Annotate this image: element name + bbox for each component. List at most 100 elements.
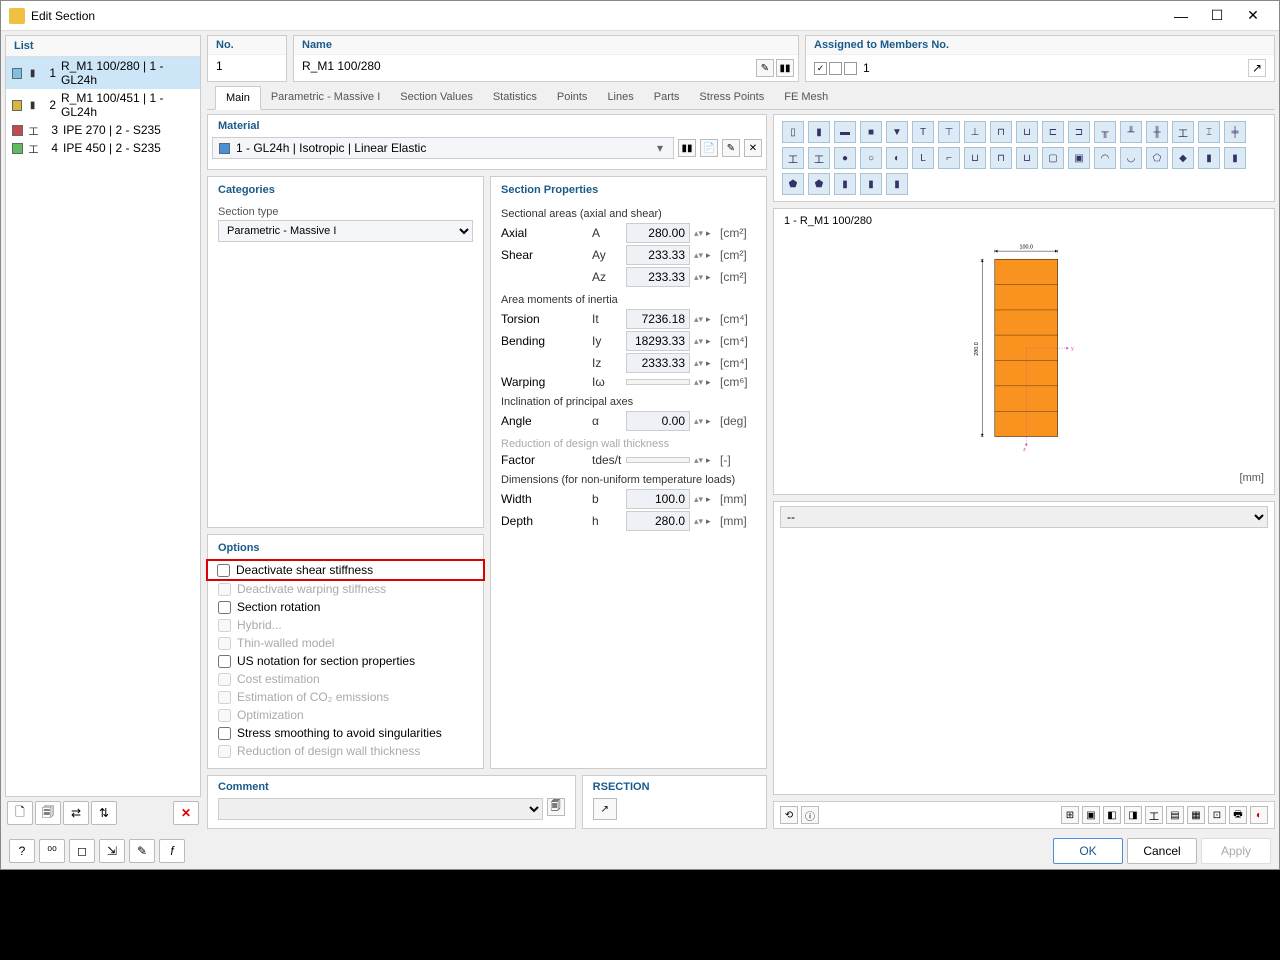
option-checkbox[interactable] bbox=[218, 601, 231, 614]
no-input[interactable] bbox=[216, 59, 278, 73]
prop-value[interactable]: 7236.18 bbox=[626, 309, 690, 329]
view-reset-icon[interactable]: ⟲ bbox=[780, 806, 798, 824]
prop-value[interactable]: 100.0 bbox=[626, 489, 690, 509]
rsection-launch-icon[interactable]: ↗ bbox=[593, 798, 617, 820]
section-type-select[interactable]: Parametric - Massive I bbox=[218, 220, 473, 242]
assign-check-icon[interactable]: ✓ bbox=[814, 62, 827, 75]
option-checkbox[interactable] bbox=[218, 655, 231, 668]
prop-value[interactable]: 18293.33 bbox=[626, 331, 690, 351]
view-tool-6-icon[interactable]: ▤ bbox=[1166, 806, 1184, 824]
shape-icon[interactable]: ▢ bbox=[1042, 147, 1064, 169]
list-item[interactable]: ▮ 2 R_M1 100/451 | 1 - GL24h bbox=[6, 89, 200, 121]
view-tool-5-icon[interactable]: 工 bbox=[1145, 806, 1163, 824]
shape-icon[interactable]: ◐ bbox=[886, 147, 908, 169]
footer-tool-5-icon[interactable]: ✎ bbox=[129, 839, 155, 863]
comment-input[interactable] bbox=[218, 798, 543, 820]
shape-icon[interactable]: 工 bbox=[1172, 121, 1194, 143]
picker-icon[interactable]: ▸ bbox=[706, 314, 716, 325]
spinner-icon[interactable]: ▴▾ bbox=[694, 417, 702, 426]
shape-icon[interactable]: ╨ bbox=[1120, 121, 1142, 143]
picker-icon[interactable]: ▸ bbox=[706, 516, 716, 527]
view-tool-8-icon[interactable]: ⊡ bbox=[1208, 806, 1226, 824]
material-new-icon[interactable]: 📄 bbox=[700, 139, 718, 157]
option-row[interactable]: US notation for section properties bbox=[208, 652, 483, 670]
section-list[interactable]: ▮ 1 R_M1 100/280 | 1 - GL24h ▮ 2 R_M1 10… bbox=[6, 57, 200, 796]
list-item[interactable]: 工 4 IPE 450 | 2 - S235 bbox=[6, 139, 200, 157]
tab-lines[interactable]: Lines bbox=[597, 86, 643, 109]
chevron-down-icon[interactable]: ▾ bbox=[653, 141, 667, 155]
view-tool-1-icon[interactable]: ⊞ bbox=[1061, 806, 1079, 824]
shape-icon[interactable]: ○ bbox=[860, 147, 882, 169]
shape-icon[interactable]: ⬠ bbox=[1146, 147, 1168, 169]
spinner-icon[interactable]: ▴▾ bbox=[694, 315, 702, 324]
option-checkbox[interactable] bbox=[218, 727, 231, 740]
list-item[interactable]: 工 3 IPE 270 | 2 - S235 bbox=[6, 121, 200, 139]
status-select[interactable]: -- bbox=[780, 506, 1268, 528]
tab-statistics[interactable]: Statistics bbox=[483, 86, 547, 109]
help-icon[interactable]: ? bbox=[9, 839, 35, 863]
shape-icon[interactable]: ⌶ bbox=[1198, 121, 1220, 143]
view-info-icon[interactable]: ⓘ bbox=[801, 806, 819, 824]
shape-icon[interactable]: ⬟ bbox=[808, 173, 830, 195]
picker-icon[interactable]: ▸ bbox=[706, 358, 716, 369]
shape-icon[interactable]: ⊔ bbox=[1016, 121, 1038, 143]
prop-value[interactable]: 233.33 bbox=[626, 245, 690, 265]
shape-icon[interactable]: ◆ bbox=[1172, 147, 1194, 169]
spinner-icon[interactable]: ▴▾ bbox=[694, 495, 702, 504]
option-row[interactable]: Deactivate shear stiffness bbox=[207, 560, 484, 580]
shape-icon[interactable]: ⌐ bbox=[938, 147, 960, 169]
tool-b-icon[interactable]: ⇅ bbox=[91, 801, 117, 825]
shape-icon[interactable]: ▮ bbox=[1198, 147, 1220, 169]
shape-icon[interactable]: ▼ bbox=[886, 121, 908, 143]
view-tool-4-icon[interactable]: ◨ bbox=[1124, 806, 1142, 824]
ok-button[interactable]: OK bbox=[1053, 838, 1123, 864]
spinner-icon[interactable]: ▴▾ bbox=[694, 251, 702, 260]
prop-value[interactable]: 280.00 bbox=[626, 223, 690, 243]
picker-icon[interactable]: ▸ bbox=[706, 416, 716, 427]
picker-icon[interactable]: ▸ bbox=[706, 250, 716, 261]
picker-icon[interactable]: ▸ bbox=[706, 336, 716, 347]
material-lib-icon[interactable]: ▮▮ bbox=[678, 139, 696, 157]
footer-tool-3-icon[interactable]: ◻ bbox=[69, 839, 95, 863]
shape-icon[interactable]: ◠ bbox=[1094, 147, 1116, 169]
pick-member-icon[interactable]: ↗ bbox=[1248, 59, 1266, 77]
shape-icon[interactable]: ● bbox=[834, 147, 856, 169]
option-checkbox[interactable] bbox=[217, 564, 230, 577]
library-icon[interactable]: ▮▮ bbox=[776, 59, 794, 77]
footer-tool-6-icon[interactable]: f bbox=[159, 839, 185, 863]
maximize-button[interactable]: ☐ bbox=[1199, 2, 1235, 30]
cancel-button[interactable]: Cancel bbox=[1127, 838, 1197, 864]
prop-value[interactable]: 0.00 bbox=[626, 411, 690, 431]
shape-icon[interactable]: 工 bbox=[782, 147, 804, 169]
shape-icon[interactable]: ▣ bbox=[1068, 147, 1090, 169]
close-button[interactable]: ✕ bbox=[1235, 2, 1271, 30]
picker-icon[interactable]: ▸ bbox=[706, 272, 716, 283]
shape-icon[interactable]: ▮ bbox=[808, 121, 830, 143]
assign-check3-icon[interactable] bbox=[844, 62, 857, 75]
tool-a-icon[interactable]: ⇄ bbox=[63, 801, 89, 825]
shape-icon[interactable]: T bbox=[912, 121, 934, 143]
view-tool-2-icon[interactable]: ▣ bbox=[1082, 806, 1100, 824]
spinner-icon[interactable]: ▴▾ bbox=[694, 359, 702, 368]
material-select[interactable]: 1 - GL24h | Isotropic | Linear Elastic ▾ bbox=[212, 137, 674, 159]
view-tool-3-icon[interactable]: ◧ bbox=[1103, 806, 1121, 824]
spinner-icon[interactable]: ▴▾ bbox=[694, 229, 702, 238]
shape-icon[interactable]: ▮ bbox=[1224, 147, 1246, 169]
prop-value[interactable]: 233.33 bbox=[626, 267, 690, 287]
list-item[interactable]: ▮ 1 R_M1 100/280 | 1 - GL24h bbox=[6, 57, 200, 89]
shape-icon[interactable]: ⊐ bbox=[1068, 121, 1090, 143]
footer-tool-4-icon[interactable]: ⇲ bbox=[99, 839, 125, 863]
tab-stress-points[interactable]: Stress Points bbox=[689, 86, 774, 109]
material-delete-icon[interactable]: ✕ bbox=[744, 139, 762, 157]
shape-icon[interactable]: ■ bbox=[860, 121, 882, 143]
shape-icon[interactable]: ▬ bbox=[834, 121, 856, 143]
shape-icon[interactable]: ⊏ bbox=[1042, 121, 1064, 143]
shape-icon[interactable]: ╪ bbox=[1224, 121, 1246, 143]
shape-icon[interactable]: ╥ bbox=[1094, 121, 1116, 143]
view-tool-10-icon[interactable]: ◐ bbox=[1250, 806, 1268, 824]
name-input[interactable] bbox=[302, 59, 790, 73]
shape-icon[interactable]: ▮ bbox=[860, 173, 882, 195]
picker-icon[interactable]: ▸ bbox=[706, 494, 716, 505]
shape-icon[interactable]: ▯ bbox=[782, 121, 804, 143]
prop-value[interactable]: 2333.33 bbox=[626, 353, 690, 373]
